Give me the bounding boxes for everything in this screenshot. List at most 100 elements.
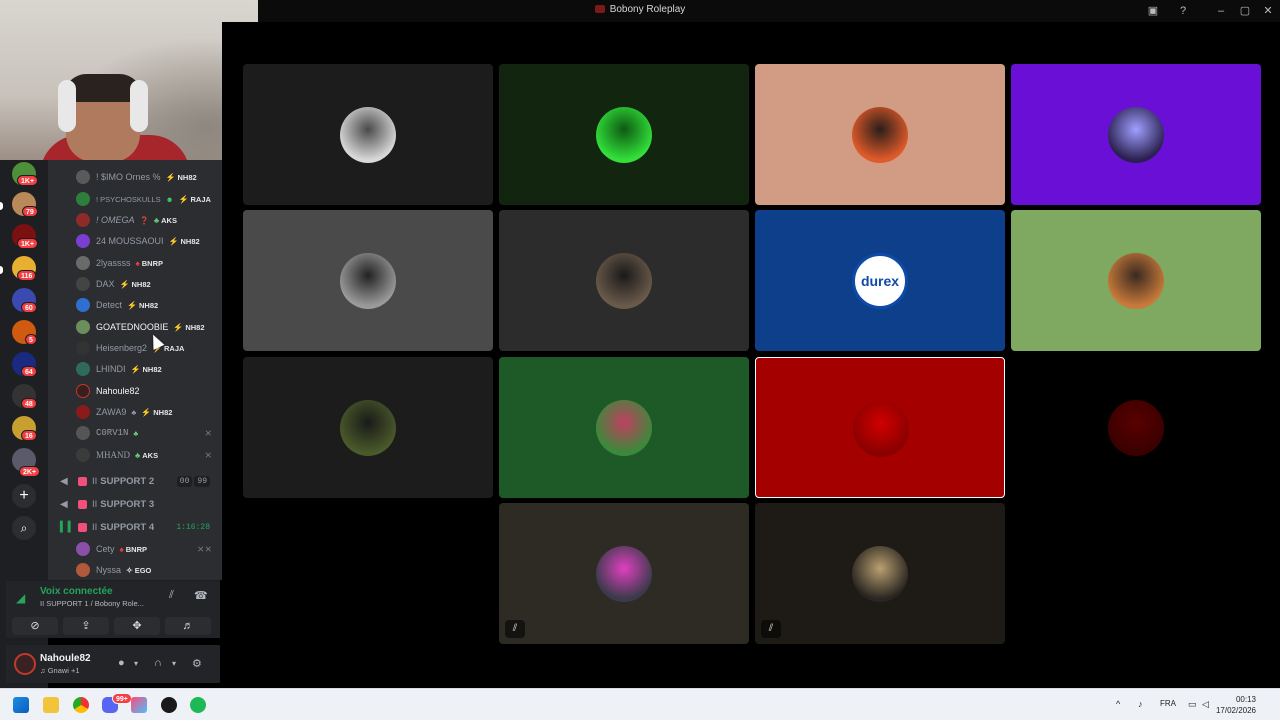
username[interactable]: Nahoule82 [40,653,91,664]
screen-share-icon[interactable]: ▣ [1145,3,1161,19]
clock-date: 17/02/2026 [1215,706,1256,715]
participant-tile[interactable] [243,64,493,205]
participant-tile[interactable]: durex [755,210,1005,351]
clover-icon: ♣ [133,428,139,438]
participant-tile[interactable]: ⫽ [499,503,749,644]
voice-member[interactable]: ZAWA9 ♣ ⚡ NH82 [76,403,172,421]
voice-member[interactable]: 24 MOUSSAOUI ⚡ NH82 [76,232,200,250]
speaker-icon: ◀ [60,498,68,510]
notification-badge: 60 [21,302,37,313]
clover-icon: ♣ [153,215,160,225]
window-title-text: Bobony Roleplay [609,4,686,15]
clan-tag: ⚡ NH82 [173,322,205,332]
voice-member[interactable]: 2lyassss ♠ BNRP [76,254,163,272]
clock-time: 00:13 [1235,695,1256,704]
camera-off-icon[interactable]: ⊘ [12,617,58,635]
microphone-icon[interactable]: ♪ [1138,699,1143,709]
participant-tile[interactable] [499,64,749,205]
help-icon[interactable]: ? [1175,3,1191,19]
participant-tile[interactable] [243,210,493,351]
participant-tile[interactable] [1011,210,1261,351]
screen-share-icon[interactable]: ⇪ [63,617,109,635]
minimize-button[interactable]: – [1213,3,1229,19]
headphones-icon[interactable]: ∩ [154,657,162,669]
avatar[interactable] [14,653,36,675]
soundboard-icon[interactable]: ♬ [165,617,211,635]
participant-tile[interactable] [1011,357,1261,498]
participant-avatar [596,546,652,602]
volume-icon[interactable]: ◁ [1202,699,1209,710]
microphone-icon[interactable]: ● [118,657,125,669]
maximize-button[interactable]: ▢ [1237,3,1253,19]
voice-member[interactable]: C0RV1N ♣ ⨯ [76,424,222,442]
participant-avatar [340,400,396,456]
member-name: 2lyassss [96,258,131,268]
discover-icon[interactable]: ⌕ [12,516,36,540]
chevron-down-icon[interactable]: ▾ [134,659,138,668]
voice-member[interactable]: Nyssa ✧ EGO [76,561,151,579]
voice-channel-support-4[interactable]: ▍▍ II SUPPORT 4 1:16:28 [60,518,218,536]
participant-tile[interactable] [499,210,749,351]
voice-member[interactable]: Cety ♠ BNRP ⨯⨯ [76,540,222,558]
voice-member[interactable]: MHAND ♣ AKS ⨯ [76,446,222,464]
voice-member[interactable]: DAX ⚡ NH82 [76,275,151,293]
close-button[interactable]: ✕ [1260,3,1276,19]
avatar [76,362,90,376]
chevron-down-icon[interactable]: ▾ [172,659,176,668]
noise-suppression-icon[interactable]: ⫽ [169,589,174,602]
avatar [76,277,90,291]
lightning-icon: ⚡ [119,279,130,289]
clan-tag: ⚡ NH82 [119,279,151,289]
voice-channel-support-3[interactable]: ◀ II SUPPORT 3 [60,495,218,513]
notification-badge: 64 [21,366,37,377]
voice-member[interactable]: ! $IMO Ornes % ⚡ NH82 [76,168,197,186]
participant-tile[interactable] [243,357,493,498]
voice-member[interactable]: GOATEDNOOBIE ⚡ NH82 [76,318,205,336]
participant-tile-selected[interactable] [755,357,1005,498]
clover-icon: ♣ [135,450,141,460]
participant-tile[interactable]: ⫽ [755,503,1005,644]
gear-icon[interactable]: ⚙ [192,657,202,670]
spotify-icon[interactable] [190,697,206,713]
language-indicator[interactable]: FRA [1160,699,1176,708]
file-explorer-icon[interactable] [43,697,59,713]
voice-member[interactable]: Heisenberg2 ⚡ RAJA [76,339,184,357]
chrome-icon[interactable] [73,697,89,713]
voice-member[interactable]: Detect ⚡ NH82 [76,296,158,314]
voice-channel-support-2[interactable]: ◀ II SUPPORT 2 00 99 [60,472,218,490]
app-icon[interactable] [131,697,147,713]
clan-tag: ♣ AKS [135,450,159,460]
participant-tile[interactable] [499,357,749,498]
voice-call-grid: durex ⫽ ⫽ [222,22,1280,688]
network-icon[interactable]: ▭ [1188,699,1197,710]
tray-overflow-icon[interactable]: ^ [1116,699,1120,709]
muted-icon: ⫽ [761,620,781,638]
channel-list: ! $IMO Ornes % ⚡ NH82 ! PSYCHOSKULLS ☻ ⚡ RAJA… [48,160,222,580]
avatar [76,320,90,334]
participant-avatar [852,546,908,602]
add-server-button[interactable]: + [12,484,36,508]
voice-member[interactable]: LHINDI ⚡ NH82 [76,360,162,378]
member-name: ZAWA9 [96,407,127,417]
voice-member[interactable]: Nahoule82 [76,382,140,400]
disconnect-icon[interactable]: ☎ [194,589,208,602]
clan-tag: ♠ BNRP [119,544,148,554]
activities-icon[interactable]: ✥ [114,617,160,635]
member-name: Detect [96,300,123,310]
participant-tile[interactable] [755,64,1005,205]
windows-start-icon[interactable] [13,697,29,713]
notification-badge: 5 [25,334,37,345]
avatar [76,405,90,419]
voice-member[interactable]: ! OMEGA ❓ ♣ AKS [76,211,177,229]
obs-icon[interactable] [161,697,177,713]
system-clock[interactable]: 00:13 17/02/2026 [1216,694,1256,716]
participant-avatar [852,107,908,163]
voice-member[interactable]: ! PSYCHOSKULLS ☻ ⚡ RAJA [76,190,211,208]
signal-icon[interactable]: ◢ [16,591,25,605]
member-name: ! $IMO Ornes % [96,172,161,182]
participant-avatar [596,107,652,163]
notification-badge: 79 [22,206,38,217]
voice-channel-name[interactable]: II SUPPORT 1 / Bobony Role... [40,599,144,608]
participant-tile[interactable] [1011,64,1261,205]
member-name: Nyssa [96,565,122,575]
